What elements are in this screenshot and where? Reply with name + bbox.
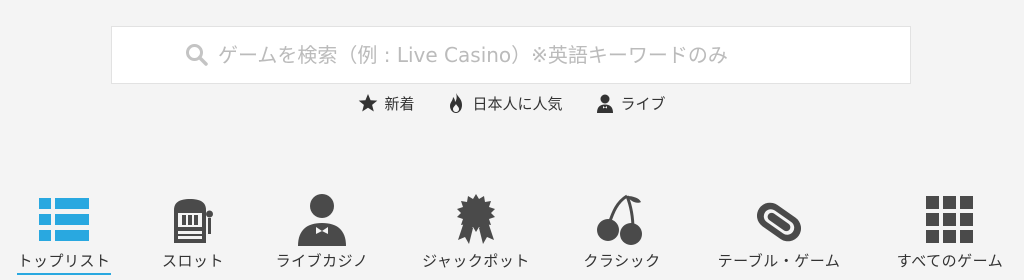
quick-link-label: 日本人に人気: [472, 94, 563, 113]
table-game-icon: [749, 190, 809, 246]
nav-item-live-casino[interactable]: ライブカジノ: [272, 190, 372, 271]
jackpot-badge-icon: [446, 190, 506, 246]
nav-item-top-list[interactable]: トップリスト: [14, 190, 114, 275]
dealer-icon: [292, 190, 352, 246]
nav-label: すべてのゲーム: [896, 252, 1004, 270]
quick-link-popular[interactable]: 日本人に人気: [446, 92, 563, 114]
nav-label: ジャックポット: [422, 252, 530, 270]
nav-item-table-games[interactable]: テーブル・ゲーム: [706, 190, 852, 271]
nav-item-jackpot[interactable]: ジャックポット: [416, 190, 536, 271]
quick-links: 新着 日本人に人気 ライブ: [0, 92, 1024, 114]
search-icon: [184, 42, 210, 68]
nav-label: テーブル・ゲーム: [717, 252, 841, 270]
nav-label: ライブカジノ: [275, 252, 369, 270]
grid-icon: [920, 190, 980, 246]
dealer-person-icon: [595, 93, 615, 113]
flame-icon: [446, 92, 466, 114]
list-icon: [34, 190, 94, 246]
nav-label: クラシック: [583, 252, 661, 270]
quick-link-label: 新着: [384, 94, 415, 113]
quick-link-live[interactable]: ライブ: [595, 92, 666, 114]
cherries-icon: [592, 190, 652, 246]
nav-item-classic[interactable]: クラシック: [572, 190, 672, 271]
star-icon: [358, 93, 378, 113]
slot-machine-icon: [163, 190, 223, 246]
quick-link-label: ライブ: [620, 94, 666, 113]
nav-item-all-games[interactable]: すべてのゲーム: [890, 190, 1010, 271]
nav-label: スロット: [161, 252, 224, 270]
search-input[interactable]: [218, 43, 838, 67]
quick-link-new[interactable]: 新着: [358, 92, 414, 114]
category-nav: トップリスト スロット ライブカジノ ジャックポット クラシック テーブル・ゲー…: [0, 190, 1024, 280]
nav-label: トップリスト: [17, 250, 111, 275]
nav-item-slots[interactable]: スロット: [143, 190, 243, 271]
search-box[interactable]: [111, 26, 911, 84]
